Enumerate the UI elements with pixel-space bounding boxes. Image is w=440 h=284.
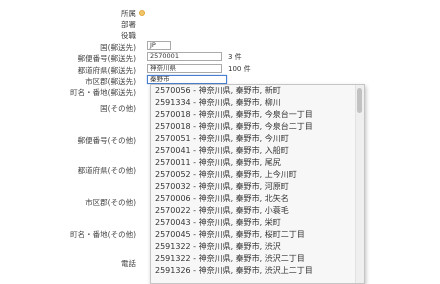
autocomplete-item[interactable]: 2591322 - 神奈川県, 秦野市, 渋沢: [151, 241, 364, 253]
prefecture-count: 100 件: [228, 65, 251, 73]
autocomplete-item[interactable]: 2570006 - 神奈川県, 秦野市, 北矢名: [151, 193, 364, 205]
autocomplete-item[interactable]: 2570051 - 神奈川県, 秦野市, 今川町: [151, 133, 364, 145]
autocomplete-item[interactable]: 2570041 - 神奈川県, 秦野市, 入船町: [151, 145, 364, 157]
required-indicator-icon: [139, 10, 145, 16]
label-busho: 部署: [121, 20, 136, 29]
label-todofuken-other: 都道府県(その他): [77, 166, 136, 175]
label-kuni: 国(郵送先): [100, 43, 136, 52]
label-yubin-other: 郵便番号(その他): [77, 136, 136, 145]
postal-code-input[interactable]: 2570001: [147, 52, 222, 61]
label-todofuken: 都道府県(郵送先): [77, 66, 136, 75]
dropdown-scroll-thumb[interactable]: [357, 88, 362, 113]
autocomplete-item[interactable]: 2570018 - 神奈川県, 秦野市, 今泉台一丁目: [151, 109, 364, 121]
autocomplete-item[interactable]: 2570032 - 神奈川県, 秦野市, 河原町: [151, 181, 364, 193]
city-input[interactable]: 秦野市: [147, 75, 227, 84]
autocomplete-item[interactable]: 2570056 - 神奈川県, 秦野市, 新町: [151, 85, 364, 97]
label-shikuchoson: 市区郡(郵送先): [85, 77, 136, 86]
autocomplete-item[interactable]: 2570011 - 神奈川県, 秦野市, 尾尻: [151, 157, 364, 169]
postal-code-count: 3 件: [228, 53, 242, 61]
autocomplete-item[interactable]: 2570018 - 神奈川県, 秦野市, 今泉台二丁目: [151, 121, 364, 133]
label-chomei-other: 町名・番地(その他): [70, 230, 136, 239]
label-yakushoku: 役職: [121, 31, 136, 40]
prefecture-input[interactable]: 神奈川県: [147, 64, 222, 73]
country-input[interactable]: JP: [147, 41, 171, 50]
autocomplete-item[interactable]: 2591334 - 神奈川県, 秦野市, 柳川: [151, 97, 364, 109]
autocomplete-item[interactable]: 2570043 - 神奈川県, 秦野市, 栄町: [151, 217, 364, 229]
label-shozoku: 所属: [121, 9, 136, 18]
autocomplete-item[interactable]: 2570045 - 神奈川県, 秦野市, 桜町二丁目: [151, 229, 364, 241]
label-shiku-other: 市区郡(その他): [85, 198, 136, 207]
label-yubin: 郵便番号(郵送先): [77, 54, 136, 63]
label-kuni-other: 国(その他): [100, 104, 136, 113]
autocomplete-item[interactable]: 2570052 - 神奈川県, 秦野市, 上今川町: [151, 169, 364, 181]
autocomplete-item[interactable]: 2570022 - 神奈川県, 秦野市, 小蓑毛: [151, 205, 364, 217]
autocomplete-item[interactable]: 2591326 - 神奈川県, 秦野市, 渋沢上二丁目: [151, 265, 364, 277]
autocomplete-item[interactable]: 2591322 - 神奈川県, 秦野市, 渋沢二丁目: [151, 253, 364, 265]
address-autocomplete-list[interactable]: 2570056 - 神奈川県, 秦野市, 新町 2591334 - 神奈川県, 秦…: [150, 84, 365, 284]
dropdown-scrollbar[interactable]: [355, 85, 364, 283]
label-denwa: 電話: [121, 259, 136, 268]
label-chomei: 町名・番地(郵送先): [70, 88, 136, 97]
